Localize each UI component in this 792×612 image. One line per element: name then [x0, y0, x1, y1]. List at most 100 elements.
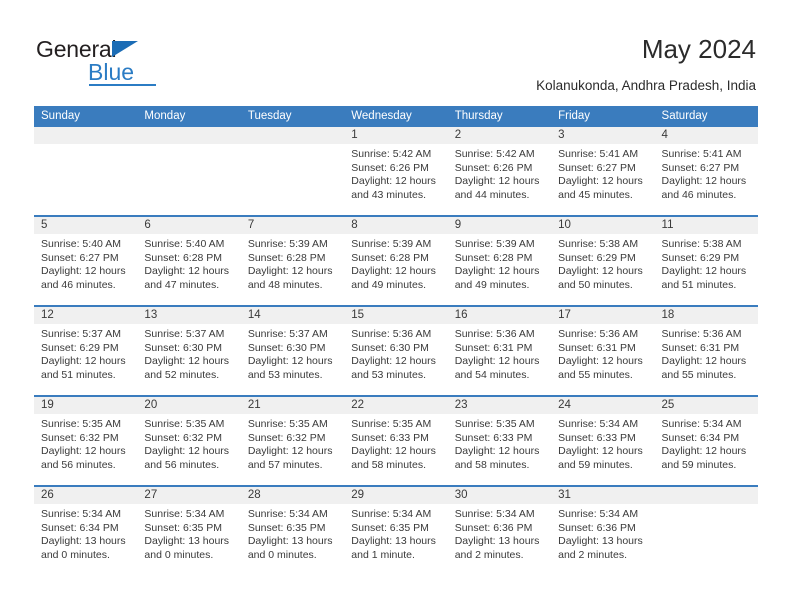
- day-cell-empty: [654, 487, 758, 575]
- page-header: General Blue May 2024 Kolanukonda, Andhr…: [0, 0, 792, 106]
- day-sun-info: Sunrise: 5:35 AM Sunset: 6:32 PM Daylight:…: [34, 414, 137, 472]
- weekday-header-wednesday: Wednesday: [351, 110, 412, 122]
- daylight-text: Daylight: 13 hours and 2 minutes.: [454, 535, 540, 561]
- day-number: 5: [34, 217, 138, 234]
- triangle-icon: [112, 41, 138, 57]
- day-cell[interactable]: 5 Sunrise: 5:40 AM Sunset: 6:27 PM Daylight…: [34, 217, 138, 305]
- day-cell[interactable]: 11 Sunrise: 5:38 AM Sunset: 6:29 PM Dayligh…: [654, 217, 758, 305]
- day-sun-info: Sunrise: 5:34 AM Sunset: 6:35 PM Daylight:…: [344, 504, 447, 562]
- sunset-text: Sunset: 6:32 PM: [247, 431, 326, 444]
- sunrise-text: Sunrise: 5:36 AM: [661, 328, 742, 340]
- day-cell[interactable]: 17 Sunrise: 5:36 AM Sunset: 6:31 PM Dayligh…: [551, 307, 655, 395]
- daylight-text: Daylight: 12 hours and 48 minutes.: [247, 265, 333, 291]
- sunset-text: Sunset: 6:35 PM: [247, 521, 326, 534]
- sunrise-text: Sunrise: 5:37 AM: [144, 328, 225, 340]
- day-sun-info: Sunrise: 5:40 AM Sunset: 6:28 PM Daylight:…: [137, 234, 240, 292]
- sunset-text: Sunset: 6:28 PM: [351, 251, 429, 264]
- day-sun-info: Sunrise: 5:36 AM Sunset: 6:30 PM Daylight:…: [344, 324, 447, 382]
- day-cell[interactable]: 30 Sunrise: 5:34 AM Sunset: 6:36 PM Dayligh…: [447, 487, 552, 575]
- weekday-header-sunday: Sunday: [41, 110, 81, 122]
- day-cell[interactable]: 27 Sunrise: 5:34 AM Sunset: 6:35 PM Dayligh…: [137, 487, 241, 575]
- sunrise-text: Sunrise: 5:34 AM: [144, 508, 225, 520]
- day-cell[interactable]: 16 Sunrise: 5:36 AM Sunset: 6:31 PM Dayligh…: [447, 307, 552, 395]
- sunrise-text: Sunrise: 5:40 AM: [41, 238, 121, 250]
- day-cell[interactable]: 28 Sunrise: 5:34 AM Sunset: 6:35 PM Dayligh…: [240, 487, 345, 575]
- day-cell[interactable]: 18 Sunrise: 5:36 AM Sunset: 6:31 PM Dayligh…: [654, 307, 758, 395]
- sunrise-text: Sunrise: 5:42 AM: [351, 148, 432, 160]
- day-cell[interactable]: 2 Sunrise: 5:42 AM Sunset: 6:26 PM Daylight…: [447, 127, 552, 215]
- day-cell[interactable]: 10 Sunrise: 5:38 AM Sunset: 6:29 PM Dayligh…: [551, 217, 655, 305]
- day-sun-info: Sunrise: 5:36 AM Sunset: 6:31 PM Daylight:…: [551, 324, 654, 382]
- sunrise-text: Sunrise: 5:41 AM: [558, 148, 639, 160]
- calendar-weeks: 1 Sunrise: 5:42 AM Sunset: 6:26 PM Daylight…: [34, 127, 758, 575]
- day-sun-info: Sunrise: 5:37 AM Sunset: 6:29 PM Daylight:…: [34, 324, 137, 382]
- sunrise-text: Sunrise: 5:34 AM: [558, 508, 639, 520]
- sunrise-text: Sunrise: 5:35 AM: [454, 418, 535, 430]
- day-number: [654, 487, 758, 504]
- day-number: 7: [240, 217, 345, 234]
- day-cell[interactable]: 14 Sunrise: 5:37 AM Sunset: 6:30 PM Dayligh…: [240, 307, 345, 395]
- day-sun-info: Sunrise: 5:34 AM Sunset: 6:34 PM Daylight:…: [34, 504, 137, 562]
- weekday-header-tuesday: Tuesday: [247, 110, 292, 122]
- sunset-text: Sunset: 6:32 PM: [144, 431, 223, 444]
- day-cell[interactable]: 29 Sunrise: 5:34 AM Sunset: 6:35 PM Dayligh…: [344, 487, 448, 575]
- day-number: 24: [551, 397, 655, 414]
- day-number: 23: [447, 397, 552, 414]
- general-blue-logo: General Blue: [36, 36, 236, 90]
- sunset-text: Sunset: 6:35 PM: [144, 521, 223, 534]
- day-cell[interactable]: 15 Sunrise: 5:36 AM Sunset: 6:30 PM Dayligh…: [344, 307, 448, 395]
- day-cell[interactable]: 6 Sunrise: 5:40 AM Sunset: 6:28 PM Daylight…: [137, 217, 241, 305]
- day-cell[interactable]: 26 Sunrise: 5:34 AM Sunset: 6:34 PM Dayligh…: [34, 487, 138, 575]
- day-number: 21: [240, 397, 345, 414]
- sunrise-text: Sunrise: 5:36 AM: [351, 328, 432, 340]
- day-cell[interactable]: 13 Sunrise: 5:37 AM Sunset: 6:30 PM Dayligh…: [137, 307, 241, 395]
- calendar-grid: Sunday Monday Tuesday Wednesday Thursday…: [34, 106, 758, 575]
- day-cell[interactable]: 22 Sunrise: 5:35 AM Sunset: 6:33 PM Dayligh…: [344, 397, 448, 485]
- daylight-text: Daylight: 12 hours and 49 minutes.: [351, 265, 436, 291]
- day-cell[interactable]: 24 Sunrise: 5:34 AM Sunset: 6:33 PM Dayligh…: [551, 397, 655, 485]
- day-cell[interactable]: 3 Sunrise: 5:41 AM Sunset: 6:27 PM Daylight…: [551, 127, 655, 215]
- day-cell[interactable]: 1 Sunrise: 5:42 AM Sunset: 6:26 PM Daylight…: [344, 127, 448, 215]
- sunrise-text: Sunrise: 5:34 AM: [247, 508, 328, 520]
- daylight-text: Daylight: 12 hours and 53 minutes.: [247, 355, 333, 381]
- sunrise-text: Sunrise: 5:39 AM: [351, 238, 432, 250]
- day-sun-info: Sunrise: 5:42 AM Sunset: 6:26 PM Daylight:…: [448, 144, 551, 202]
- sunrise-text: Sunrise: 5:37 AM: [247, 328, 328, 340]
- day-sun-info: Sunrise: 5:41 AM Sunset: 6:27 PM Daylight:…: [655, 144, 758, 202]
- daylight-text: Daylight: 13 hours and 1 minute.: [351, 535, 436, 561]
- day-sun-info: Sunrise: 5:34 AM Sunset: 6:35 PM Daylight:…: [137, 504, 240, 562]
- page-title: May 2024: [641, 34, 756, 64]
- day-number: 25: [654, 397, 758, 414]
- day-cell[interactable]: 21 Sunrise: 5:35 AM Sunset: 6:32 PM Dayligh…: [240, 397, 345, 485]
- day-cell[interactable]: 9 Sunrise: 5:39 AM Sunset: 6:28 PM Daylight…: [447, 217, 552, 305]
- daylight-text: Daylight: 12 hours and 51 minutes.: [661, 265, 747, 291]
- day-cell[interactable]: 8 Sunrise: 5:39 AM Sunset: 6:28 PM Daylight…: [344, 217, 448, 305]
- day-number: 13: [137, 307, 241, 324]
- day-number: 19: [34, 397, 138, 414]
- day-cell[interactable]: 12 Sunrise: 5:37 AM Sunset: 6:29 PM Dayligh…: [34, 307, 138, 395]
- calendar-page: General Blue May 2024 Kolanukonda, Andhr…: [0, 0, 792, 612]
- day-cell-empty: [34, 127, 138, 215]
- weekday-header-row: Sunday Monday Tuesday Wednesday Thursday…: [34, 106, 758, 127]
- day-sun-info: Sunrise: 5:38 AM Sunset: 6:29 PM Daylight:…: [551, 234, 654, 292]
- day-number: [137, 127, 241, 144]
- sunset-text: Sunset: 6:28 PM: [454, 251, 533, 264]
- sunset-text: Sunset: 6:34 PM: [41, 521, 119, 534]
- day-sun-info: Sunrise: 5:34 AM Sunset: 6:36 PM Daylight:…: [448, 504, 551, 562]
- day-cell[interactable]: 25 Sunrise: 5:34 AM Sunset: 6:34 PM Dayligh…: [654, 397, 758, 485]
- weekday-header-saturday: Saturday: [661, 110, 708, 122]
- day-cell[interactable]: 19 Sunrise: 5:35 AM Sunset: 6:32 PM Dayligh…: [34, 397, 138, 485]
- day-number: [34, 127, 138, 144]
- day-cell[interactable]: 23 Sunrise: 5:35 AM Sunset: 6:33 PM Dayligh…: [447, 397, 552, 485]
- sunrise-text: Sunrise: 5:34 AM: [661, 418, 742, 430]
- sunrise-text: Sunrise: 5:34 AM: [41, 508, 121, 520]
- day-number: 1: [344, 127, 448, 144]
- day-cell[interactable]: 20 Sunrise: 5:35 AM Sunset: 6:32 PM Dayligh…: [137, 397, 241, 485]
- sunset-text: Sunset: 6:30 PM: [247, 341, 326, 354]
- daylight-text: Daylight: 12 hours and 54 minutes.: [454, 355, 540, 381]
- day-number: 12: [34, 307, 138, 324]
- sunrise-text: Sunrise: 5:39 AM: [247, 238, 328, 250]
- day-cell[interactable]: 31 Sunrise: 5:34 AM Sunset: 6:36 PM Dayligh…: [551, 487, 655, 575]
- day-cell[interactable]: 4 Sunrise: 5:41 AM Sunset: 6:27 PM Daylight…: [654, 127, 758, 215]
- day-cell[interactable]: 7 Sunrise: 5:39 AM Sunset: 6:28 PM Daylight…: [240, 217, 345, 305]
